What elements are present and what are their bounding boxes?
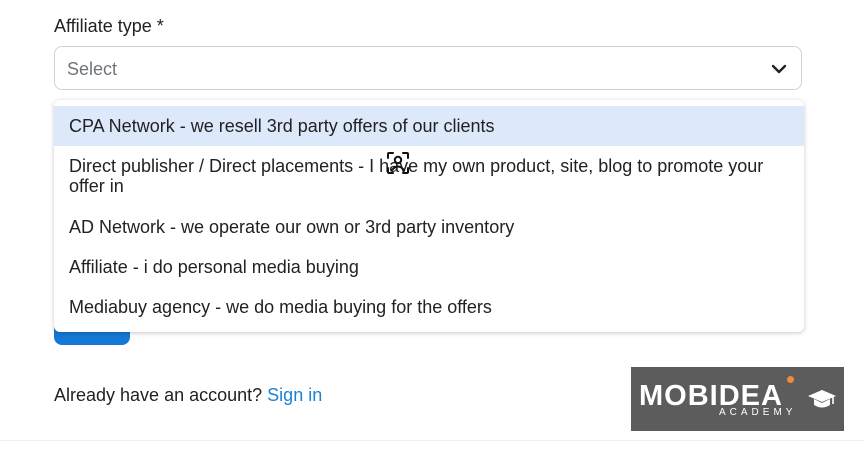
affiliate-type-dropdown: CPA Network - we resell 3rd party offers…	[54, 100, 804, 332]
option-label: CPA Network - we resell 3rd party offers…	[69, 116, 495, 136]
dropdown-option-direct-publisher[interactable]: Direct publisher / Direct placements - I…	[54, 146, 804, 207]
chevron-down-icon[interactable]	[769, 59, 789, 79]
affiliate-type-select[interactable]: Select	[54, 46, 802, 90]
select-placeholder: Select	[67, 59, 118, 79]
option-label: Direct publisher / Direct placements - I…	[69, 156, 764, 196]
dropdown-option-affiliate[interactable]: Affiliate - i do personal media buying	[54, 247, 804, 287]
option-label: Affiliate - i do personal media buying	[69, 257, 359, 277]
graduation-cap-icon	[808, 390, 836, 408]
option-label: AD Network - we operate our own or 3rd p…	[69, 217, 515, 237]
mobidea-academy-logo: MOBIDEA ACADEMY	[631, 367, 844, 431]
option-label: Mediabuy agency - we do media buying for…	[69, 297, 492, 317]
dropdown-option-ad-network[interactable]: AD Network - we operate our own or 3rd p…	[54, 207, 804, 247]
signin-row: Already have an account? Sign in	[54, 384, 322, 406]
logo-dot-icon	[787, 376, 794, 383]
signin-link[interactable]: Sign in	[267, 385, 322, 405]
dropdown-option-mediabuy-agency[interactable]: Mediabuy agency - we do media buying for…	[54, 287, 804, 327]
dropdown-option-cpa-network[interactable]: CPA Network - we resell 3rd party offers…	[54, 106, 804, 146]
bottom-divider	[0, 440, 864, 441]
logo-subtitle: ACADEMY	[719, 407, 797, 418]
signup-form-page: Affiliate type * Select CPA Network - we…	[0, 0, 864, 454]
affiliate-type-label: Affiliate type *	[54, 16, 164, 36]
signin-prompt: Already have an account?	[54, 385, 263, 405]
